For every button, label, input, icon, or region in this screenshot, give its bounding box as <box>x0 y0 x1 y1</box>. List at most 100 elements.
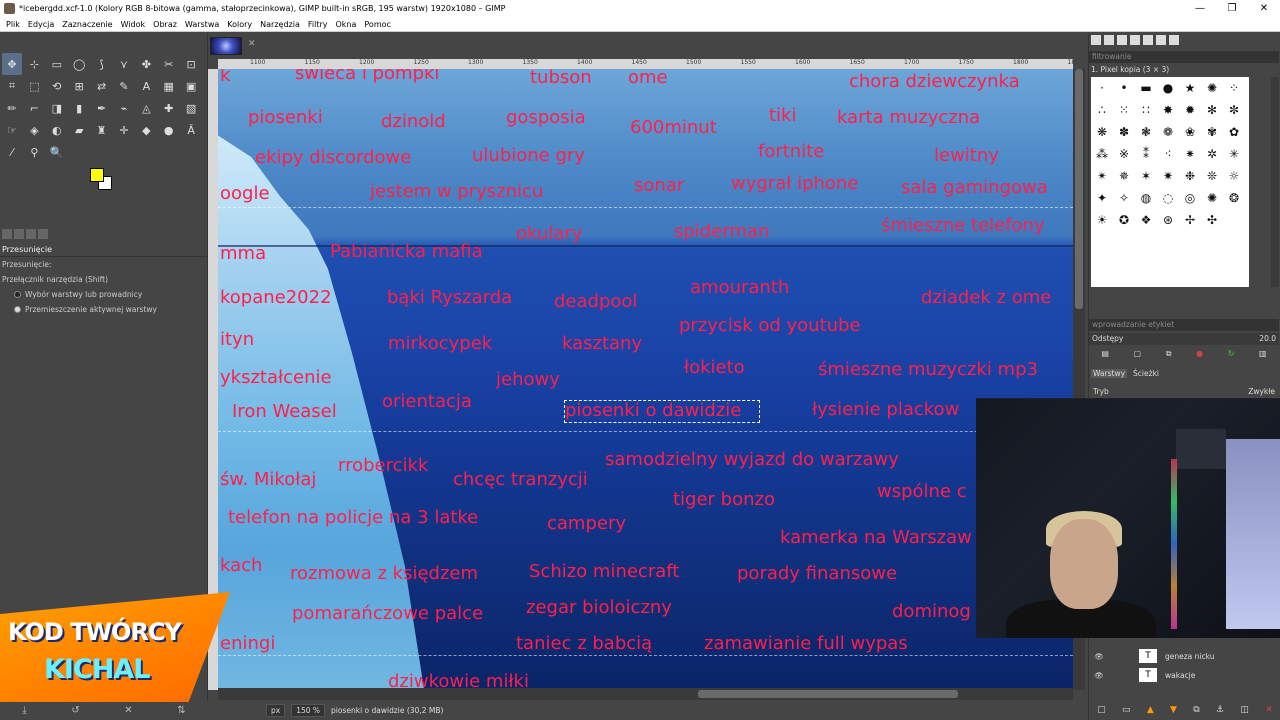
brush-preset-icon[interactable]: ⁘ <box>1223 77 1245 99</box>
iceberg-text-layer[interactable]: jestem w prysznicu <box>370 183 543 201</box>
gradient-tool-icon[interactable]: ▣ <box>181 75 201 97</box>
unit-select[interactable]: px <box>266 703 286 717</box>
iceberg-text-layer[interactable]: zamawianie full wypas <box>704 635 908 653</box>
smudge-tool-icon[interactable]: ☞ <box>2 119 22 141</box>
iceberg-text-layer[interactable]: kasztany <box>562 335 642 353</box>
iceberg-text-layer[interactable]: okulary <box>516 225 582 243</box>
menu-item[interactable]: Narzędzia <box>256 20 304 29</box>
iceberg-text-layer[interactable]: 600minut <box>630 119 717 137</box>
brush-preset-icon[interactable]: ✣ <box>1201 209 1223 231</box>
bucket-fill-icon[interactable]: ▦ <box>159 75 179 97</box>
brush-preset-icon[interactable]: ✳ <box>1223 143 1245 165</box>
iceberg-text-layer[interactable]: przycisk od youtube <box>679 317 861 335</box>
iceberg-text-layer[interactable]: dziadek z ome <box>921 289 1051 307</box>
iceberg-text-layer[interactable]: mma <box>220 245 266 263</box>
brush-preset-icon[interactable]: ✽ <box>1113 121 1135 143</box>
fuzzy-select-icon[interactable]: ⋎ <box>114 53 134 75</box>
gradients-tab-icon[interactable] <box>1156 35 1166 45</box>
brush-preset-icon[interactable]: ◎ <box>1179 187 1201 209</box>
fonts-tab-icon[interactable] <box>1117 35 1127 45</box>
new-group-icon[interactable]: ▭ <box>1122 705 1131 715</box>
brush-open-icon[interactable]: ▥ <box>1259 349 1267 359</box>
iceberg-text-layer[interactable]: ityn <box>220 331 254 349</box>
tab-layers[interactable]: Warstwy <box>1091 369 1128 378</box>
brush-preset-icon[interactable]: ⁕ <box>1179 143 1201 165</box>
iceberg-text-layer[interactable]: zegar bioloiczny <box>526 599 672 617</box>
iceberg-text-layer[interactable]: łysienie plackow <box>812 401 959 419</box>
iceberg-text-layer[interactable]: rrobercikk <box>338 457 428 475</box>
brush-preset-icon[interactable]: ⊛ <box>1157 209 1179 231</box>
foreground-select-icon[interactable]: ⊡ <box>181 53 201 75</box>
spacing-value[interactable]: 20.0 <box>1259 334 1276 344</box>
iceberg-text-layer[interactable]: Pabianicka mafia <box>330 243 483 261</box>
brush-preset-icon[interactable]: ✺ <box>1201 187 1223 209</box>
brush-delete-icon[interactable]: ● <box>1196 349 1203 359</box>
iceberg-text-layer[interactable]: ekipy discordowe <box>255 149 411 167</box>
brush-preset-icon[interactable]: ✧ <box>1113 187 1135 209</box>
anchor-layer-icon[interactable]: ⚓ <box>1216 705 1224 715</box>
brush-preset-icon[interactable]: ☀ <box>1091 209 1113 231</box>
zoom-tool-icon[interactable]: 🔍 <box>47 141 67 163</box>
iceberg-text-layer[interactable]: chcęc tranzycji <box>453 471 588 489</box>
iceberg-text-layer[interactable]: mirkocypek <box>388 335 492 353</box>
restore-button[interactable]: ❐ <box>1216 3 1248 14</box>
iceberg-text-layer[interactable]: Iron Weasel <box>232 403 337 421</box>
menu-item[interactable]: Zaznaczenie <box>58 20 116 29</box>
iceberg-text-layer[interactable]: rozmowa z księdzem <box>290 565 478 583</box>
brush-preset-icon[interactable]: ✸ <box>1157 99 1179 121</box>
iceberg-text-layer[interactable]: pomarańczowe palce <box>292 605 483 623</box>
brush-preset-icon[interactable]: ☼ <box>1223 165 1245 187</box>
iceberg-text-layer[interactable]: dominog <box>892 603 971 621</box>
color-swatches[interactable] <box>88 166 118 194</box>
airbrush-tool-icon[interactable]: ▮ <box>69 97 89 119</box>
layer-name[interactable]: geneza nicku <box>1165 652 1215 661</box>
heal-cross-icon[interactable]: ✛ <box>114 119 134 141</box>
perspective-clone-icon[interactable]: ▧ <box>181 97 201 119</box>
iceberg-text-layer[interactable]: oogle <box>220 185 270 203</box>
iceberg-text-layer[interactable]: porady finansowe <box>737 565 897 583</box>
brush-preset-icon[interactable]: ✾ <box>1201 121 1223 143</box>
iceberg-text-layer[interactable]: tiger bonzo <box>673 491 775 509</box>
iceberg-text-layer[interactable]: sonar <box>634 177 684 195</box>
iceberg-text-layer[interactable]: kopane2022 <box>220 289 332 307</box>
vertical-scroll-thumb[interactable] <box>1075 69 1083 309</box>
iceberg-text-layer[interactable]: wspólne c <box>877 483 967 501</box>
brush-preset-icon[interactable]: ⁖ <box>1157 143 1179 165</box>
brush-preset-icon[interactable]: ✲ <box>1201 143 1223 165</box>
brush-preset-icon[interactable]: ❃ <box>1135 121 1157 143</box>
brush-new-icon[interactable]: ▢ <box>1134 349 1142 359</box>
paths-tool-icon[interactable]: ✎ <box>114 75 134 97</box>
radio-pick-layer[interactable] <box>14 291 21 298</box>
horizontal-scroll-thumb[interactable] <box>698 690 958 698</box>
iceberg-text-layer[interactable]: k <box>220 69 230 85</box>
select-by-color-icon[interactable]: ✤ <box>136 53 156 75</box>
menu-item[interactable]: Kolory <box>223 20 256 29</box>
iceberg-text-layer[interactable]: amouranth <box>690 279 789 297</box>
iceberg-text-layer[interactable]: św. Mikołaj <box>220 471 316 489</box>
iceberg-text-layer[interactable]: fortnite <box>758 143 824 161</box>
brush-preset-icon[interactable]: ✴ <box>1091 165 1113 187</box>
iceberg-text-layer[interactable]: gosposia <box>506 109 586 127</box>
delete-options-icon[interactable]: ✕ <box>124 705 132 716</box>
mypaint-brush-icon[interactable]: ⌁ <box>114 97 134 119</box>
free-select-icon[interactable]: ⟆ <box>92 53 112 75</box>
brush-preset-icon[interactable]: ❉ <box>1179 165 1201 187</box>
iceberg-text-layer[interactable]: taniec z babcią <box>516 635 652 653</box>
iceberg-text-layer[interactable]: ykształcenie <box>220 369 332 387</box>
flip-tool-icon[interactable]: ⇄ <box>92 75 112 97</box>
delete-layer-icon[interactable]: ✕ <box>1265 705 1273 715</box>
ellipse-select-icon[interactable]: ◯ <box>69 53 89 75</box>
iceberg-text-layer[interactable]: bąki Ryszarda <box>387 289 512 307</box>
iceberg-text-layer[interactable]: świeca i pompki <box>295 69 439 83</box>
iceberg-text-layer[interactable]: śmieszne muzyczki mp3 <box>818 361 1038 379</box>
iceberg-text-layer[interactable]: kamerka na Warszaw <box>780 529 972 547</box>
brush-preset-icon[interactable]: ※ <box>1113 143 1135 165</box>
iceberg-text-layer[interactable]: ome <box>628 69 668 87</box>
brush-preset-icon[interactable]: ✺ <box>1201 77 1223 99</box>
eraser-tool-icon[interactable]: ◨ <box>47 97 67 119</box>
menu-item[interactable]: Edycja <box>24 20 58 29</box>
move-tool-icon[interactable]: ✥ <box>2 53 22 75</box>
layer-row[interactable]: 👁 T geneza nicku <box>1089 647 1279 665</box>
brush-preset-icon[interactable]: ❊ <box>1201 165 1223 187</box>
iceberg-text-layer[interactable]: jehowy <box>496 371 560 389</box>
